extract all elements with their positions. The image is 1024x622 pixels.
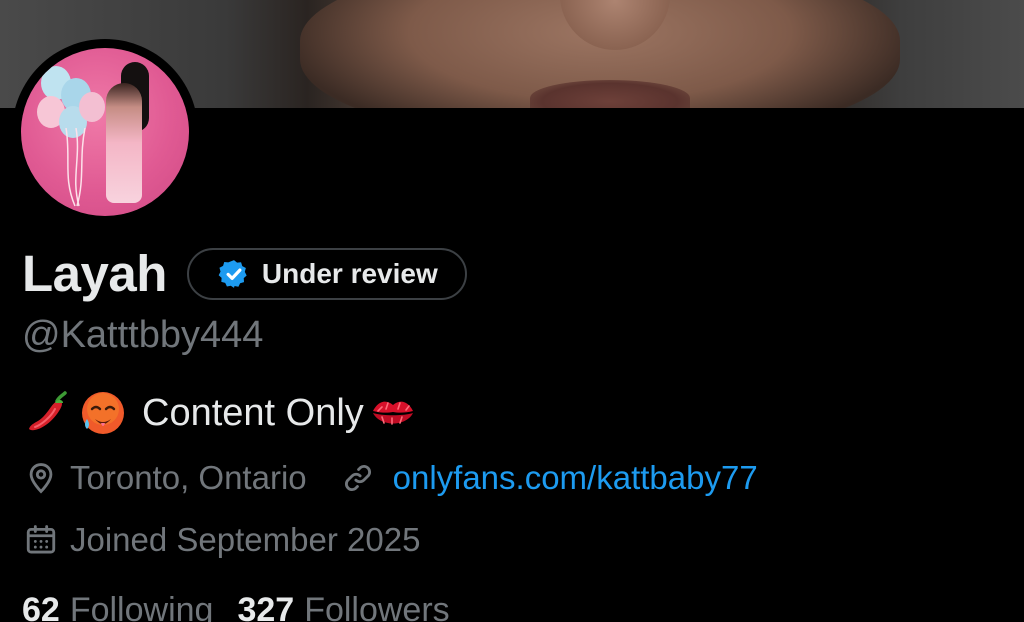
- figure-body: [106, 83, 142, 203]
- bio-text: Content Only: [142, 392, 364, 434]
- following-link[interactable]: 62 Following: [22, 588, 213, 622]
- user-handle: @Katttbby444: [22, 314, 264, 356]
- joined-row: Joined September 2025: [22, 520, 420, 560]
- followers-link[interactable]: 327 Followers: [237, 588, 449, 622]
- balloon-strings: [65, 128, 86, 207]
- website-link[interactable]: onlyfans.com/kattbaby77: [393, 458, 758, 498]
- kiss-mark-emoji: [368, 388, 418, 438]
- location-pin-icon: [22, 459, 60, 497]
- hot-pepper-emoji: [22, 388, 72, 438]
- verification-label: Under review: [261, 258, 438, 289]
- link-icon: [339, 459, 377, 497]
- follow-stats: 62 Following 327 Followers: [22, 588, 450, 622]
- location-text: Toronto, Ontario: [70, 459, 307, 496]
- profile-avatar[interactable]: [12, 39, 198, 225]
- joined-date: Joined September 2025: [70, 521, 421, 558]
- verified-badge-icon: [218, 258, 250, 290]
- following-count: 62: [22, 591, 60, 622]
- location-website-row: Toronto, Ontario onlyfans.com/kattbaby77: [22, 458, 758, 498]
- hot-face-emoji: [78, 388, 128, 438]
- verification-status-pill[interactable]: Under review: [186, 248, 467, 300]
- followers-label: Followers: [304, 591, 450, 622]
- name-row: Layah Under review: [22, 244, 467, 304]
- display-name: Layah: [22, 245, 167, 302]
- avatar-photo: [21, 48, 189, 216]
- calendar-icon: [22, 521, 60, 559]
- following-label: Following: [69, 591, 214, 622]
- banner-lips: [530, 80, 690, 108]
- profile-bio: Content Only: [22, 388, 424, 438]
- followers-count: 327: [237, 591, 295, 622]
- profile-page: Layah Under review @Katttbby444 Content …: [0, 0, 1024, 622]
- balloon: [79, 92, 105, 122]
